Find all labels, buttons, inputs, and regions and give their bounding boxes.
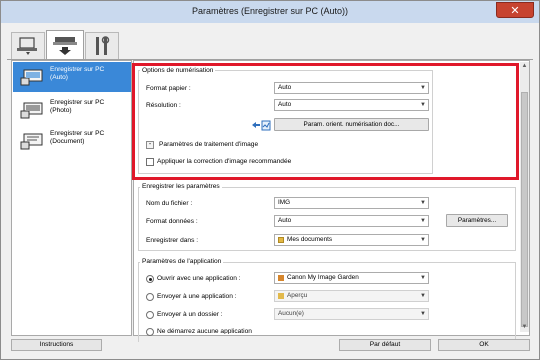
chevron-down-icon: ▼	[420, 293, 426, 299]
app-icon	[278, 275, 284, 281]
no-app-radio[interactable]	[146, 328, 154, 336]
highlight-frame	[132, 63, 519, 180]
scanner-auto-icon	[20, 69, 43, 86]
chevron-down-icon: ▼	[420, 237, 426, 243]
scan-from-panel-icon	[53, 37, 77, 55]
send-app-value: Aperçu	[287, 292, 308, 299]
sidebar: Enregistrer sur PC (Auto) Enregistrer su…	[11, 60, 132, 336]
filename-label: Nom du fichier :	[146, 200, 193, 207]
data-format-value: Auto	[278, 217, 292, 224]
send-folder-value: Aucun(e)	[278, 310, 304, 317]
scanner-photo-icon	[20, 102, 43, 119]
chevron-down-icon: ▼	[420, 200, 426, 206]
save-in-select[interactable]: Mes documents ▼	[274, 234, 429, 246]
save-in-label: Enregistrer dans :	[146, 237, 199, 244]
send-app-select[interactable]: Aperçu ▼	[274, 290, 429, 302]
save-settings-title: Enregistrer les paramètres	[140, 183, 222, 190]
scanner-document-icon	[20, 133, 43, 150]
sidebar-item-label: Enregistrer sur PC (Photo)	[50, 99, 105, 114]
no-app-label: Ne démarrez aucune application	[157, 328, 252, 334]
data-format-label: Format données :	[146, 218, 198, 225]
preview-app-icon	[278, 293, 284, 299]
sidebar-item-label: Enregistrer sur PC (Auto)	[50, 66, 105, 81]
save-in-value: Mes documents	[287, 236, 333, 243]
defaults-button[interactable]: Par défaut	[339, 339, 431, 351]
format-settings-button[interactable]: Paramètres...	[446, 214, 508, 227]
send-app-label: Envoyer à une application :	[157, 293, 237, 300]
sidebar-item-label: Enregistrer sur PC (Document)	[50, 130, 105, 145]
data-format-select[interactable]: Auto ▼	[274, 215, 429, 227]
tab-scan-from-computer[interactable]	[11, 32, 45, 60]
app-settings-title: Paramètres de l'application	[140, 258, 224, 265]
scan-from-computer-icon	[17, 37, 37, 55]
folder-icon	[278, 237, 284, 243]
sidebar-item-save-photo[interactable]: Enregistrer sur PC (Photo)	[13, 95, 131, 125]
title-bar: Paramètres (Enregistrer sur PC (Auto)) ✕	[1, 1, 539, 23]
send-folder-select[interactable]: Aucun(e) ▼	[274, 308, 429, 320]
general-settings-icon	[96, 36, 110, 55]
sidebar-item-save-document[interactable]: Enregistrer sur PC (Document)	[13, 126, 131, 156]
send-folder-radio[interactable]	[146, 311, 154, 319]
filename-value: IMG	[278, 199, 291, 206]
filename-combobox[interactable]: IMG ▼	[274, 197, 429, 209]
open-app-radio[interactable]	[146, 275, 154, 283]
tab-general-settings[interactable]	[85, 32, 119, 60]
send-folder-label: Envoyer à un dossier :	[157, 311, 223, 318]
scroll-up-icon[interactable]: ▲	[520, 62, 529, 71]
scroll-down-icon[interactable]: ▼	[520, 323, 529, 332]
ok-button[interactable]: OK	[438, 339, 530, 351]
open-app-label: Ouvrir avec une application :	[157, 275, 241, 282]
chevron-down-icon: ▼	[420, 275, 426, 281]
open-app-select[interactable]: Canon My Image Garden ▼	[274, 272, 429, 284]
chevron-down-icon: ▼	[420, 311, 426, 317]
chevron-down-icon: ▼	[420, 218, 426, 224]
window-title: Paramètres (Enregistrer sur PC (Auto))	[191, 6, 349, 16]
open-app-value: Canon My Image Garden	[287, 274, 359, 281]
send-app-radio[interactable]	[146, 293, 154, 301]
instructions-button[interactable]: Instructions	[11, 339, 102, 351]
close-button[interactable]: ✕	[496, 2, 534, 18]
sidebar-item-save-auto[interactable]: Enregistrer sur PC (Auto)	[13, 62, 131, 92]
tab-scan-from-panel[interactable]	[46, 30, 84, 60]
scrollbar-thumb[interactable]	[521, 92, 528, 327]
panel-scrollbar[interactable]: ▲ ▼	[520, 62, 529, 332]
settings-window: Paramètres (Enregistrer sur PC (Auto)) ✕	[0, 0, 540, 360]
